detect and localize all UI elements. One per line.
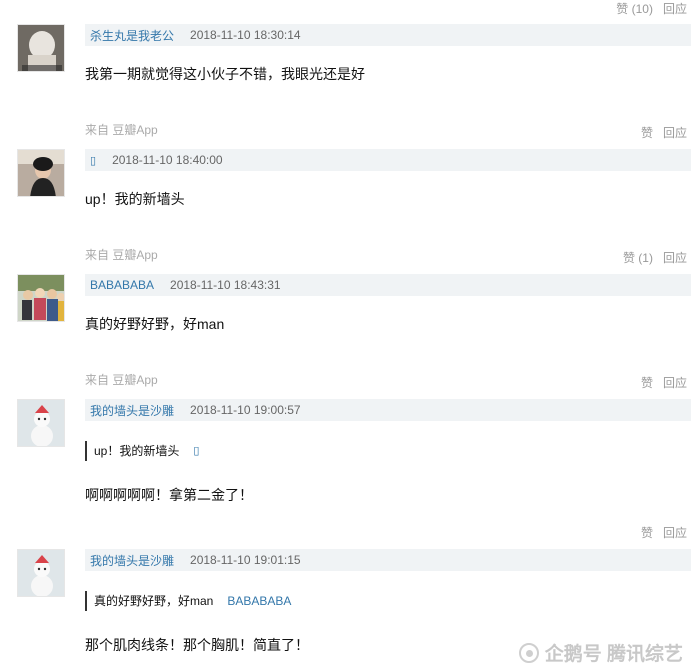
like-button[interactable]: 赞 (10) [616, 0, 653, 17]
comment-meta: BABABABA 2018-11-10 18:43:31 [85, 274, 691, 296]
avatar-image [18, 150, 64, 196]
comment-meta: 我的墙头是沙雕 2018-11-10 19:01:15 [85, 549, 691, 571]
source-label: 来自 豆瓣App [85, 248, 158, 262]
timestamp: 2018-11-10 18:30:14 [190, 28, 301, 42]
like-button[interactable]: 赞 (1) [623, 249, 653, 266]
quoted-username-link[interactable]: BABABABA [227, 591, 291, 611]
timestamp: 2018-11-10 19:00:57 [190, 403, 301, 417]
source-label: 来自 豆瓣App [85, 123, 158, 137]
comment-text: 我第一期就觉得这小伙子不错，我眼光还是好 [85, 66, 365, 82]
reply-button[interactable]: 回应 [663, 524, 687, 541]
watermark: 企鹅号 腾讯综艺 [518, 639, 683, 666]
avatar-image [18, 25, 64, 71]
user-placeholder-icon[interactable]: ▯ [193, 441, 199, 461]
reply-button[interactable]: 回应 [663, 0, 687, 17]
username-link[interactable]: BABABABA [90, 278, 154, 292]
username-link[interactable]: 我的墙头是沙雕 [90, 402, 174, 419]
comment-text: 真的好野好野，好man [85, 316, 225, 332]
avatar[interactable] [17, 549, 65, 597]
comment-actions: 赞 回应 [641, 124, 687, 141]
source-label: 来自 豆瓣App [85, 373, 158, 387]
timestamp: 2018-11-10 19:01:15 [190, 553, 301, 567]
comment-meta: 杀生丸是我老公 2018-11-10 18:30:14 [85, 24, 691, 46]
avatar-image [18, 550, 64, 596]
timestamp: 2018-11-10 18:40:00 [112, 153, 223, 167]
avatar[interactable] [17, 149, 65, 197]
comment-meta: 我的墙头是沙雕 2018-11-10 19:00:57 [85, 399, 691, 421]
avatar[interactable] [17, 274, 65, 322]
reply-button[interactable]: 回应 [663, 374, 687, 391]
comment-text: 啊啊啊啊啊！拿第二金了！ [85, 487, 253, 503]
avatar-image [18, 275, 64, 321]
avatar[interactable] [17, 399, 65, 447]
reply-button[interactable]: 回应 [663, 249, 687, 266]
avatar-image [18, 400, 64, 446]
comment-text: up！我的新墙头 [85, 191, 185, 207]
like-button[interactable]: 赞 [641, 374, 653, 391]
penguin-logo-icon [518, 642, 539, 663]
watermark-text: 企鹅号 腾讯综艺 [544, 644, 683, 665]
top-actions: 赞 (10) 回应 [616, 0, 687, 17]
comment-actions: 赞 回应 [641, 374, 687, 391]
username-link[interactable]: 我的墙头是沙雕 [90, 552, 174, 569]
quoted-reply: up！我的新墙头 ▯ [85, 441, 199, 461]
like-button[interactable]: 赞 [641, 524, 653, 541]
comment-meta: ▯ 2018-11-10 18:40:00 [85, 149, 691, 171]
comment-actions: 赞 回应 [641, 524, 687, 541]
avatar[interactable] [17, 24, 65, 72]
username-link[interactable]: 杀生丸是我老公 [90, 27, 174, 44]
quoted-text: up！我的新墙头 [94, 444, 180, 458]
quoted-reply: 真的好野好野，好man BABABABA [85, 591, 291, 611]
like-button[interactable]: 赞 [641, 124, 653, 141]
comment-actions: 赞 (1) 回应 [623, 249, 687, 266]
user-placeholder-icon[interactable]: ▯ [90, 154, 96, 167]
timestamp: 2018-11-10 18:43:31 [170, 278, 281, 292]
comment-text: 那个肌肉线条！那个胸肌！简直了！ [85, 637, 309, 653]
reply-button[interactable]: 回应 [663, 124, 687, 141]
quoted-text: 真的好野好野，好man [94, 594, 214, 608]
